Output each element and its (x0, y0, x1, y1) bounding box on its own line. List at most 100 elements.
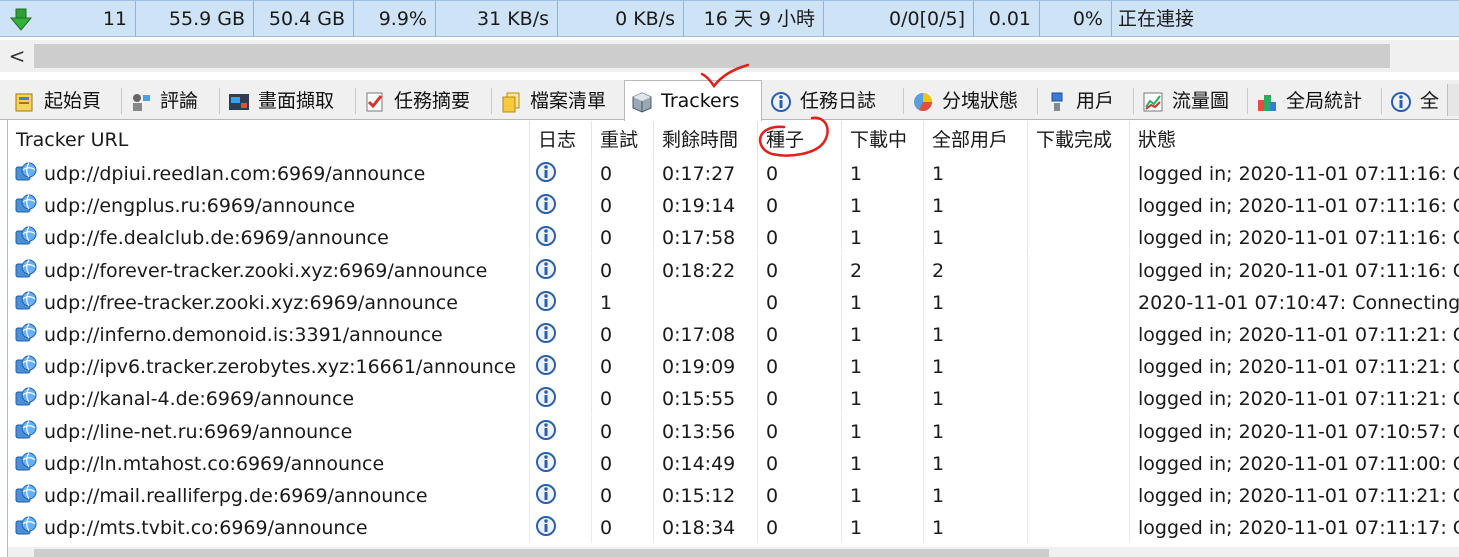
tracker-url-text: udp://ipv6.tracker.zerobytes.xyz:16661/a… (44, 356, 516, 379)
log-cell (530, 382, 592, 415)
tracker-row[interactable]: udp://free-tracker.zooki.xyz:6969/announ… (8, 285, 1459, 318)
tracker-row[interactable]: udp://fe.dealclub.de:6969/announce 0 0:17:… (8, 221, 1459, 254)
tracker-row[interactable]: udp://inferno.demonoid.is:3391/announce 0… (8, 318, 1459, 350)
tracker-url-cell: udp://mail.realliferpg.de:6969/announce (8, 479, 530, 511)
status-cell: logged in; 2020-11-01 07:11:21: Connecti… (1138, 388, 1459, 411)
log-info-icon[interactable] (535, 451, 557, 473)
remaining-time-cell: 0:19:09 (654, 350, 758, 383)
tracker-url-text: udp://forever-tracker.zooki.xyz:6969/ann… (44, 259, 488, 282)
log-info-icon[interactable] (535, 290, 557, 312)
log-cell (530, 189, 592, 222)
torrent-cell: 0 KB/s (558, 1, 684, 37)
status-cell: logged in; 2020-11-01 07:11:21: Connecti… (1138, 485, 1459, 507)
selected-torrent-row[interactable]: 11 55.9 GB 50.4 GB 9.9% 31 KB/s 0 KB/s 1… (0, 0, 1459, 37)
status-cell: logged in; 2020-11-01 07:11:21: Connecti… (1138, 324, 1459, 346)
tracker-row[interactable]: udp://mts.tvbit.co:6969/announce 0 0:18:34… (8, 511, 1459, 544)
torrent-status-cell: 正在連接 (1118, 8, 1195, 30)
log-info-icon[interactable] (535, 193, 557, 215)
tracker-row[interactable]: udp://ln.mtahost.co:6969/announce 0 0:14:4… (8, 446, 1459, 479)
tab-more[interactable]: 全 (1384, 84, 1446, 120)
column-header-tracker-url[interactable]: Tracker URL (8, 121, 530, 157)
column-header-seeds[interactable]: 種子 (758, 121, 842, 157)
torrent-cell: 50.4 GB (254, 1, 354, 37)
tab-traffic-chart[interactable]: 流量圖 (1136, 84, 1246, 120)
torrent-list-hscrollbar[interactable]: < (0, 40, 1459, 72)
log-cell (530, 511, 592, 544)
log-cell (530, 446, 592, 479)
all-peers-cell: 1 (924, 479, 1028, 511)
tab-peers[interactable]: 用戶 (1040, 84, 1132, 120)
log-cell (530, 285, 592, 318)
column-header-log[interactable]: 日志 (530, 121, 592, 157)
log-info-icon[interactable] (535, 483, 557, 505)
column-header-all-peers[interactable]: 全部用戶 (924, 121, 1028, 157)
log-cell (530, 157, 592, 189)
downloading-cell: 1 (842, 414, 924, 447)
seeds-cell: 0 (758, 221, 842, 254)
column-header-completed[interactable]: 下載完成 (1028, 121, 1130, 157)
tracker-row[interactable]: udp://ipv6.tracker.zerobytes.xyz:16661/a… (8, 350, 1459, 383)
log-info-icon[interactable] (535, 354, 557, 376)
log-info-icon[interactable] (535, 258, 557, 280)
completed-cell (1028, 446, 1130, 479)
log-info-icon[interactable] (535, 419, 557, 441)
scrollbar-thumb[interactable] (34, 44, 1390, 68)
tab-global-stats[interactable]: 全局統計 (1250, 84, 1380, 120)
downloading-cell: 2 (842, 253, 924, 286)
torrent-cell: 0% (1040, 1, 1112, 37)
tracker-list-hscrollbar[interactable] (8, 547, 1459, 557)
downloading-cell: 1 (842, 318, 924, 350)
tracker-row[interactable]: udp://dpiui.reedlan.com:6969/announce 0 0:… (8, 157, 1459, 189)
retry-cell: 0 (592, 157, 654, 189)
column-header-downloading[interactable]: 下載中 (842, 121, 924, 157)
tab-screenshots[interactable]: 畫面擷取 (222, 84, 354, 120)
tracker-row[interactable]: udp://forever-tracker.zooki.xyz:6969/ann… (8, 253, 1459, 286)
tab-label: 任務摘要 (394, 90, 471, 112)
log-cell (530, 350, 592, 383)
completed-cell (1028, 318, 1130, 350)
tab-overflow-scroll[interactable] (1447, 84, 1459, 116)
log-info-icon[interactable] (535, 386, 557, 408)
column-header-retry[interactable]: 重試 (592, 121, 654, 157)
retry-cell: 0 (592, 318, 654, 350)
home-page-icon (15, 93, 33, 112)
log-info-icon[interactable] (535, 225, 557, 247)
downloading-cell: 1 (842, 511, 924, 544)
scrollbar-thumb[interactable] (34, 549, 1049, 557)
seeds-cell: 0 (758, 350, 842, 383)
column-header-remaining-time[interactable]: 剩餘時間 (654, 121, 758, 157)
log-info-icon[interactable] (535, 322, 557, 344)
tab-piece-status[interactable]: 分塊狀態 (906, 84, 1036, 120)
log-info-icon[interactable] (535, 515, 557, 537)
status-cell: 2020-11-01 07:10:47: Connecting (1138, 291, 1459, 314)
column-header-status[interactable]: 狀態 (1130, 121, 1459, 157)
tab-home[interactable]: 起始頁 (8, 84, 120, 120)
tracker-row[interactable]: udp://line-net.ru:6969/announce 0 0:13:56 0… (8, 414, 1459, 447)
tab-divider (903, 88, 904, 114)
log-info-icon[interactable] (535, 161, 557, 183)
tab-divider (1381, 88, 1382, 114)
completed-cell (1028, 189, 1130, 222)
seeds-cell: 0 (758, 446, 842, 479)
tab-divider (491, 88, 492, 114)
tab-label: 分塊狀態 (942, 90, 1019, 112)
seeds-cell: 0 (758, 157, 842, 189)
tab-label: 流量圖 (1172, 90, 1230, 112)
tracker-row[interactable]: udp://kanal-4.de:6969/announce 0 0:15:55 0 1… (8, 382, 1459, 415)
seeds-cell: 0 (758, 285, 842, 318)
tab-comments[interactable]: 評論 (124, 84, 218, 120)
downloading-cell: 1 (842, 382, 924, 415)
tab-task-summary[interactable]: 任務摘要 (358, 84, 490, 120)
all-peers-cell: 1 (924, 350, 1028, 383)
tab-file-list[interactable]: 檔案清單 (494, 84, 622, 120)
scroll-left-button[interactable]: < (0, 40, 34, 72)
torrent-cell: 55.9 GB (136, 1, 254, 37)
all-peers-cell: 1 (924, 189, 1028, 222)
seeds-cell: 0 (758, 253, 842, 286)
tab-task-log[interactable]: 任務日誌 (764, 84, 902, 120)
all-peers-cell: 1 (924, 157, 1028, 189)
tab-trackers[interactable]: Trackers (624, 80, 762, 121)
tracker-row[interactable]: udp://mail.realliferpg.de:6969/announce 0… (8, 479, 1459, 511)
tracker-url-cell: udp://free-tracker.zooki.xyz:6969/announ… (8, 285, 530, 318)
tracker-row[interactable]: udp://engplus.ru:6969/announce 0 0:19:14 0 1… (8, 189, 1459, 222)
